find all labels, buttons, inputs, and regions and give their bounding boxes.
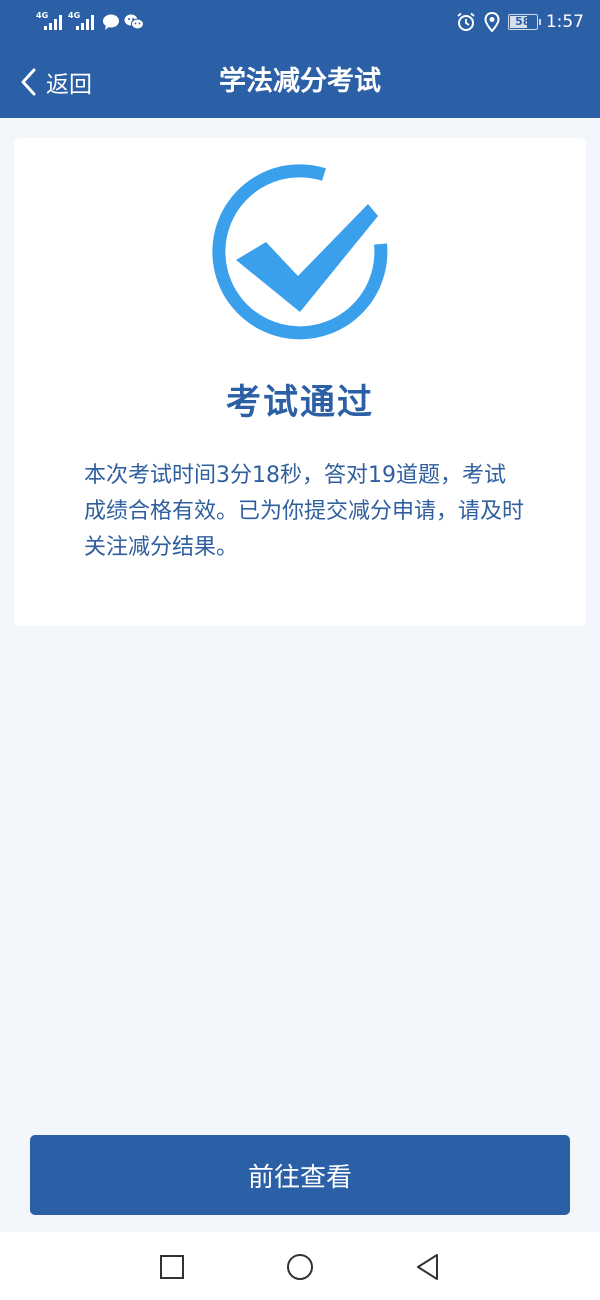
status-bar: 4G 4G 58 1:57 — [0, 0, 600, 44]
system-nav-bar — [0, 1232, 600, 1300]
message-icon — [103, 14, 119, 30]
battery-level: 58 — [515, 15, 531, 28]
location-icon — [484, 12, 500, 32]
battery-indicator: 58 — [507, 14, 541, 30]
nav-square-icon[interactable] — [157, 1252, 187, 1282]
wechat-icon — [124, 14, 144, 30]
sim2-signal-icon: 4G — [68, 12, 98, 32]
top-bar: 4G 4G 58 1:57 返回 学法减分考试 — [0, 0, 600, 118]
title-bar: 返回 学法减分考试 — [0, 50, 600, 114]
status-time: 1:57 — [545, 12, 584, 32]
sim1-signal-icon: 4G — [36, 12, 66, 32]
nav-circle-icon[interactable] — [285, 1252, 315, 1282]
result-title: 考试通过 — [225, 383, 374, 423]
page-title: 学法减分考试 — [219, 66, 381, 97]
check-circle-icon — [212, 164, 388, 340]
alarm-icon — [457, 12, 475, 31]
status-right-group: 58 1:57 — [456, 10, 584, 34]
result-description: 本次考试时间3分18秒，答对19道题，考试成绩合格有效。已为你提交减分申请，请及… — [84, 463, 525, 560]
result-card: 考试通过 本次考试时间3分18秒，答对19道题，考试成绩合格有效。已为你提交减分… — [14, 138, 586, 626]
nav-triangle-icon[interactable] — [413, 1252, 443, 1282]
view-result-button[interactable]: 前往查看 — [30, 1135, 570, 1215]
